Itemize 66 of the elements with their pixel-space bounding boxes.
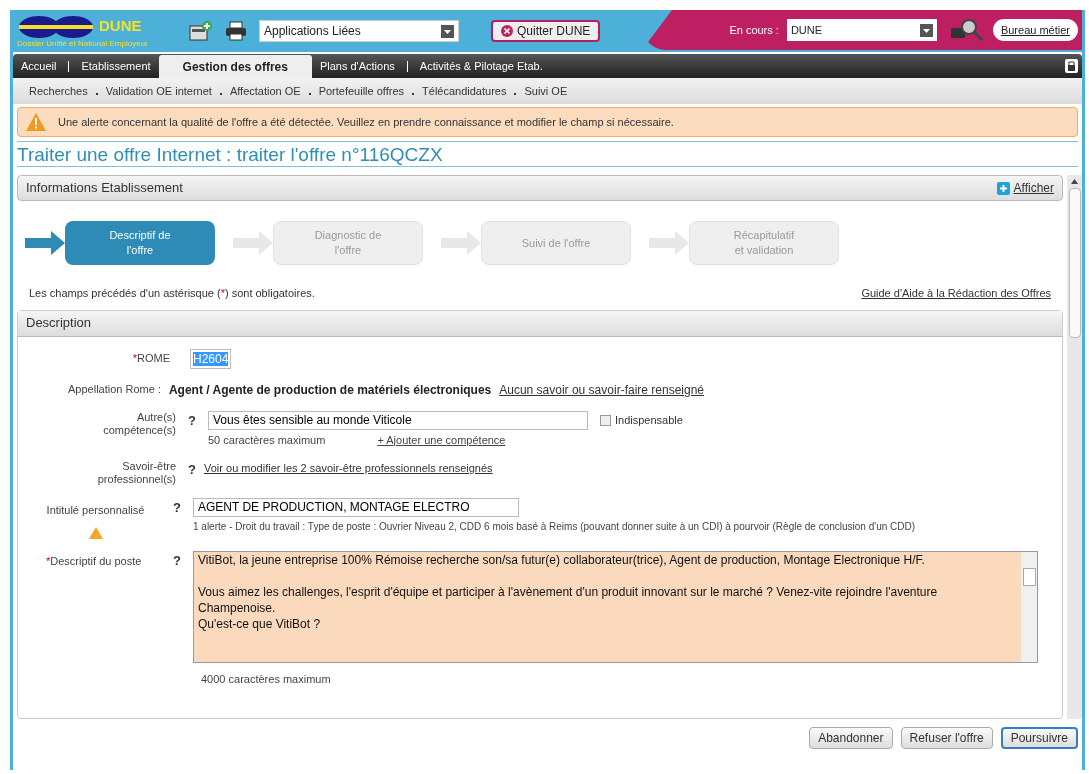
quit-button[interactable]: Quitter DUNE bbox=[491, 20, 601, 42]
help-icon[interactable]: ? bbox=[173, 498, 185, 518]
page-title: Traiter une offre Internet : traiter l'offre n°116QCZX bbox=[17, 144, 443, 164]
nav-tab[interactable]: Gestion des offres bbox=[158, 55, 312, 78]
alert-message: Une alerte concernant la qualité de l'offre a été détectée. Veuillez en prendre connaissance et modifier le champ si nécessaire. bbox=[58, 114, 674, 130]
scrollbar-thumb[interactable] bbox=[1068, 188, 1081, 338]
help-icon[interactable]: ? bbox=[188, 460, 200, 480]
subnav-link[interactable]: Portefeuille offres bbox=[318, 82, 405, 100]
step-arrow-icon bbox=[649, 231, 689, 255]
logo-text: DUNE bbox=[99, 16, 142, 37]
subnav-link[interactable]: Affectation OE bbox=[229, 82, 301, 100]
alert-text: 1 alerte - Droit du travail : Type de poste : Ouvrier Niveau 2, CDD 6 mois basé à Reims (pouvant donner suite à un CDI) à pourvoir (Règle de conclusion d'un CDD) bbox=[193, 521, 917, 533]
step-arrow-icon bbox=[233, 231, 273, 255]
logo-tagline: Dossier Unifié et National Employeur bbox=[17, 38, 149, 48]
action-button[interactable]: Poursuivre bbox=[1000, 727, 1078, 749]
current-label: En cours : bbox=[729, 22, 779, 38]
subnav-link[interactable]: Suivi OE bbox=[524, 82, 568, 100]
subnav-link[interactable]: Télécandidatures bbox=[422, 82, 507, 100]
field-label: Appellation Rome : bbox=[68, 382, 161, 398]
action-button[interactable]: Abandonner bbox=[809, 727, 893, 749]
search-icon[interactable] bbox=[948, 18, 985, 42]
add-competence-link[interactable]: + Ajouter une compétence bbox=[377, 431, 506, 448]
warning-icon bbox=[88, 526, 103, 539]
nav-tab[interactable]: Accueil bbox=[13, 54, 65, 78]
field-label: Savoir-être professionnel(s) bbox=[96, 460, 176, 486]
step-arrow-icon bbox=[441, 231, 481, 255]
close-icon bbox=[501, 25, 513, 37]
field-label: *ROME bbox=[132, 351, 170, 367]
new-window-icon[interactable] bbox=[189, 20, 213, 42]
competence-field[interactable]: Vous êtes sensible au monde Viticole bbox=[208, 410, 588, 430]
nav-tab[interactable]: Plans d'Actions bbox=[311, 54, 403, 78]
action-button[interactable]: Refuser l'offre bbox=[900, 727, 993, 749]
hint-text: 50 caractères maximum bbox=[208, 432, 326, 448]
subnav-link[interactable]: Recherches bbox=[29, 82, 88, 100]
bureau-link[interactable]: Bureau métier bbox=[992, 19, 1078, 41]
field-label: Intitulé personnalisé bbox=[46, 503, 145, 518]
print-icon[interactable] bbox=[225, 21, 247, 41]
help-icon[interactable]: ? bbox=[173, 550, 185, 570]
warning-icon bbox=[26, 113, 46, 131]
appellation-value: Agent / Agente de production de matériels électroniques bbox=[168, 381, 492, 399]
hint-text: 4000 caractères maximum bbox=[201, 671, 332, 687]
applications-select[interactable]: Applications Liées bbox=[259, 20, 459, 42]
current-select[interactable]: DUNE bbox=[786, 19, 937, 41]
help-icon[interactable]: ? bbox=[188, 410, 200, 430]
required-note: Les champs précédés d'un astérisque (*) sont obligatoires. bbox=[29, 286, 315, 301]
savoir-etre-link[interactable]: Voir ou modifier les 2 savoir-être professionnels renseignés bbox=[204, 460, 493, 477]
logo-icon bbox=[17, 14, 95, 39]
field-label: *Descriptif du poste bbox=[46, 554, 142, 567]
nav-tab[interactable]: Etablissement bbox=[73, 54, 159, 78]
checkbox-label: Indispensable bbox=[615, 412, 683, 428]
nav-tab[interactable]: Activités & Pilotage Etab. bbox=[411, 54, 551, 78]
show-link[interactable]: Afficher bbox=[1013, 179, 1054, 197]
indispensable-checkbox[interactable] bbox=[600, 414, 611, 426]
wizard-step[interactable]: Descriptif de l'offre bbox=[65, 221, 215, 265]
textarea-scrollbar[interactable] bbox=[1021, 551, 1037, 662]
step-arrow-icon bbox=[25, 231, 65, 255]
title-field[interactable]: AGENT DE PRODUCTION, MONTAGE ELECTRO bbox=[193, 498, 519, 517]
section-title: Description bbox=[26, 314, 92, 333]
lock-icon[interactable] bbox=[1065, 59, 1078, 73]
guide-link[interactable]: Guide d'Aide à la Rédaction des Offres bbox=[861, 285, 1051, 302]
subnav-link[interactable]: Validation OE internet bbox=[105, 82, 212, 100]
scroll-up-icon[interactable] bbox=[1071, 179, 1078, 184]
appellation-link[interactable]: Aucun savoir ou savoir-faire renseigné bbox=[499, 380, 704, 399]
plus-icon[interactable] bbox=[996, 181, 1010, 195]
field-label: Autre(s) compétence(s) bbox=[102, 410, 176, 437]
section-title: Informations Etablissement bbox=[26, 179, 183, 198]
